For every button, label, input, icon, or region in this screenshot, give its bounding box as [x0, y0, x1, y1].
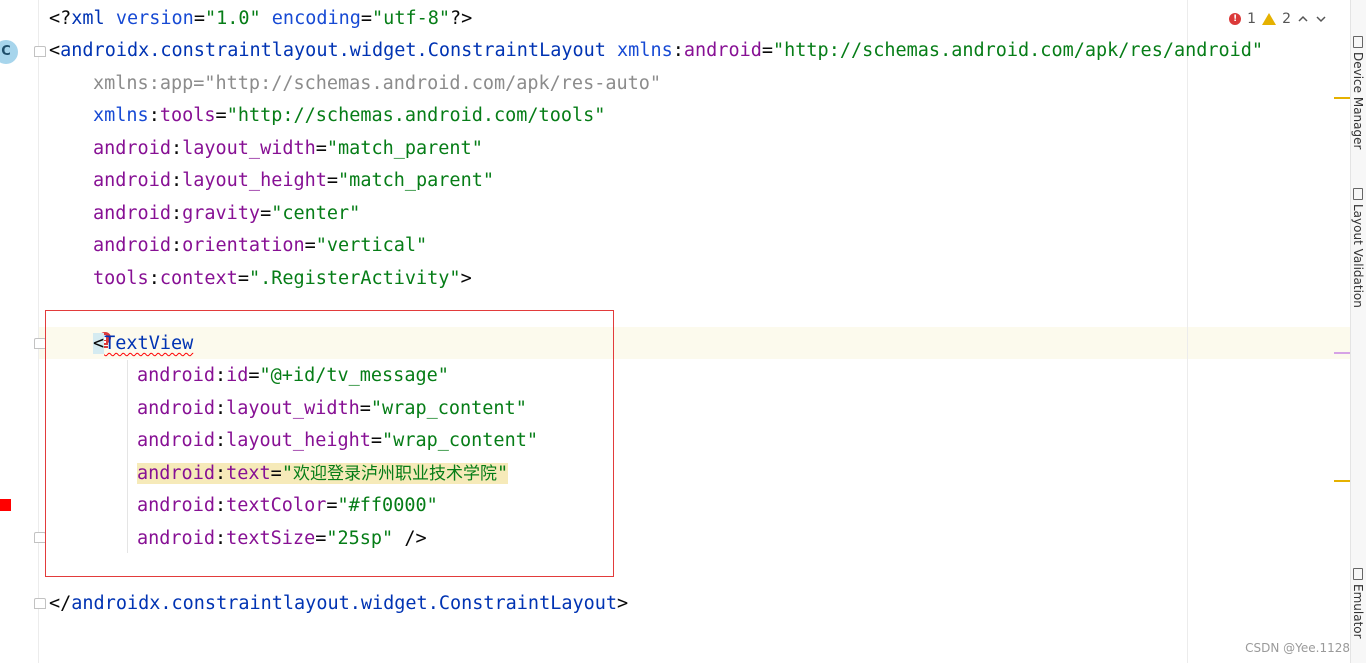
token: <? — [49, 8, 72, 29]
class-badge-icon[interactable]: C — [0, 40, 18, 64]
token: "match_parent" — [326, 138, 483, 159]
token: ".RegisterActivity" — [248, 268, 461, 289]
token: android — [93, 235, 171, 256]
device-manager-tab[interactable]: Device Manager — [1351, 52, 1365, 149]
code-line-9: tools:context=".RegisterActivity"> — [93, 263, 472, 295]
token: = — [193, 8, 205, 29]
token: = — [315, 138, 327, 159]
token: orientation — [182, 235, 305, 256]
token: = — [761, 40, 773, 61]
warning-stripe-mark[interactable] — [1334, 480, 1350, 482]
inspection-widget[interactable]: ! 1 2 — [1229, 10, 1327, 28]
right-margin-guide — [1187, 0, 1188, 663]
code-line-4: xmlns:tools="http://schemas.android.com/… — [93, 100, 605, 132]
token: androidx.constraintlayout.widget.Constra… — [60, 40, 606, 61]
token: = — [326, 170, 339, 191]
token: = — [360, 8, 373, 29]
token: xmlns — [617, 40, 673, 61]
token: androidx.constraintlayout.widget.Constra… — [71, 593, 618, 614]
token: : — [170, 138, 183, 159]
code-line-17: </androidx.constraintlayout.widget.Const… — [49, 588, 628, 620]
token: : — [170, 235, 183, 256]
token: "http://schemas.android.com/apk/res/andr… — [773, 40, 1264, 61]
token: </ — [49, 593, 72, 614]
token: context — [159, 268, 238, 289]
token: = — [215, 105, 227, 126]
code-line-3: xmlns:app="http://schemas.android.com/ap… — [93, 68, 661, 100]
code-line-1: <?xml version="1.0" encoding="utf-8"?> — [49, 3, 472, 35]
emulator-icon[interactable] — [1353, 568, 1363, 580]
token: "match_parent" — [338, 170, 494, 191]
editor-gutter: C — [0, 0, 39, 663]
error-count: 1 — [1247, 11, 1257, 27]
token: xmlns — [93, 105, 149, 126]
annotation-box — [45, 310, 614, 577]
token: layout_width — [182, 138, 316, 159]
token: tools — [93, 268, 149, 289]
tool-window-strip: Device Manager Layout Validation Emulato… — [1350, 0, 1366, 663]
token: encoding — [271, 8, 361, 29]
token: : — [672, 40, 684, 61]
token: ?> — [450, 8, 473, 29]
watermark: CSDN @Yee.1128 — [1245, 641, 1350, 655]
token: : — [148, 268, 160, 289]
chevron-down-icon[interactable] — [1315, 14, 1327, 24]
code-line-2: <androidx.constraintlayout.widget.Constr… — [49, 35, 1263, 67]
warning-count: 2 — [1282, 11, 1291, 27]
token: "1.0" — [204, 8, 261, 29]
code-line-5: android:layout_width="match_parent" — [93, 133, 483, 165]
warning-icon — [1262, 13, 1277, 25]
token: xmlns:app="http://schemas.android.com/ap… — [93, 73, 662, 94]
fold-end-marker-icon[interactable] — [34, 598, 46, 609]
token: : — [148, 105, 160, 126]
chevron-up-icon[interactable] — [1297, 14, 1309, 24]
token: "center" — [271, 203, 361, 224]
emulator-tab[interactable]: Emulator — [1351, 584, 1365, 639]
token: android — [93, 203, 171, 224]
token: xml — [71, 8, 105, 29]
token: version — [115, 8, 194, 29]
token: gravity — [182, 203, 261, 224]
token: "vertical" — [315, 235, 428, 256]
code-line-7: android:gravity="center" — [93, 198, 360, 230]
token: < — [49, 40, 61, 61]
fold-marker-icon[interactable] — [34, 46, 46, 57]
device-manager-icon[interactable] — [1353, 36, 1363, 48]
layout-validation-tab[interactable]: Layout Validation — [1351, 204, 1365, 308]
token: "http://schemas.android.com/tools" — [226, 105, 606, 126]
error-icon: ! — [1229, 13, 1242, 25]
token: "utf-8" — [372, 8, 451, 29]
token: android — [93, 138, 171, 159]
token: = — [260, 203, 272, 224]
code-line-8: android:orientation="vertical" — [93, 230, 427, 262]
token: > — [617, 593, 629, 614]
token: android — [683, 40, 762, 61]
layout-validation-icon[interactable] — [1353, 188, 1363, 200]
token: > — [460, 268, 472, 289]
token: = — [237, 268, 249, 289]
token: = — [304, 235, 316, 256]
token: android — [93, 170, 171, 191]
token: : — [170, 170, 183, 191]
token: tools — [159, 105, 216, 126]
color-preview-swatch[interactable] — [0, 499, 11, 511]
token: : — [170, 203, 183, 224]
info-stripe-mark[interactable] — [1334, 352, 1350, 354]
token: layout_height — [182, 170, 327, 191]
warning-stripe-mark[interactable] — [1334, 97, 1350, 99]
code-line-6: android:layout_height="match_parent" — [93, 165, 494, 197]
